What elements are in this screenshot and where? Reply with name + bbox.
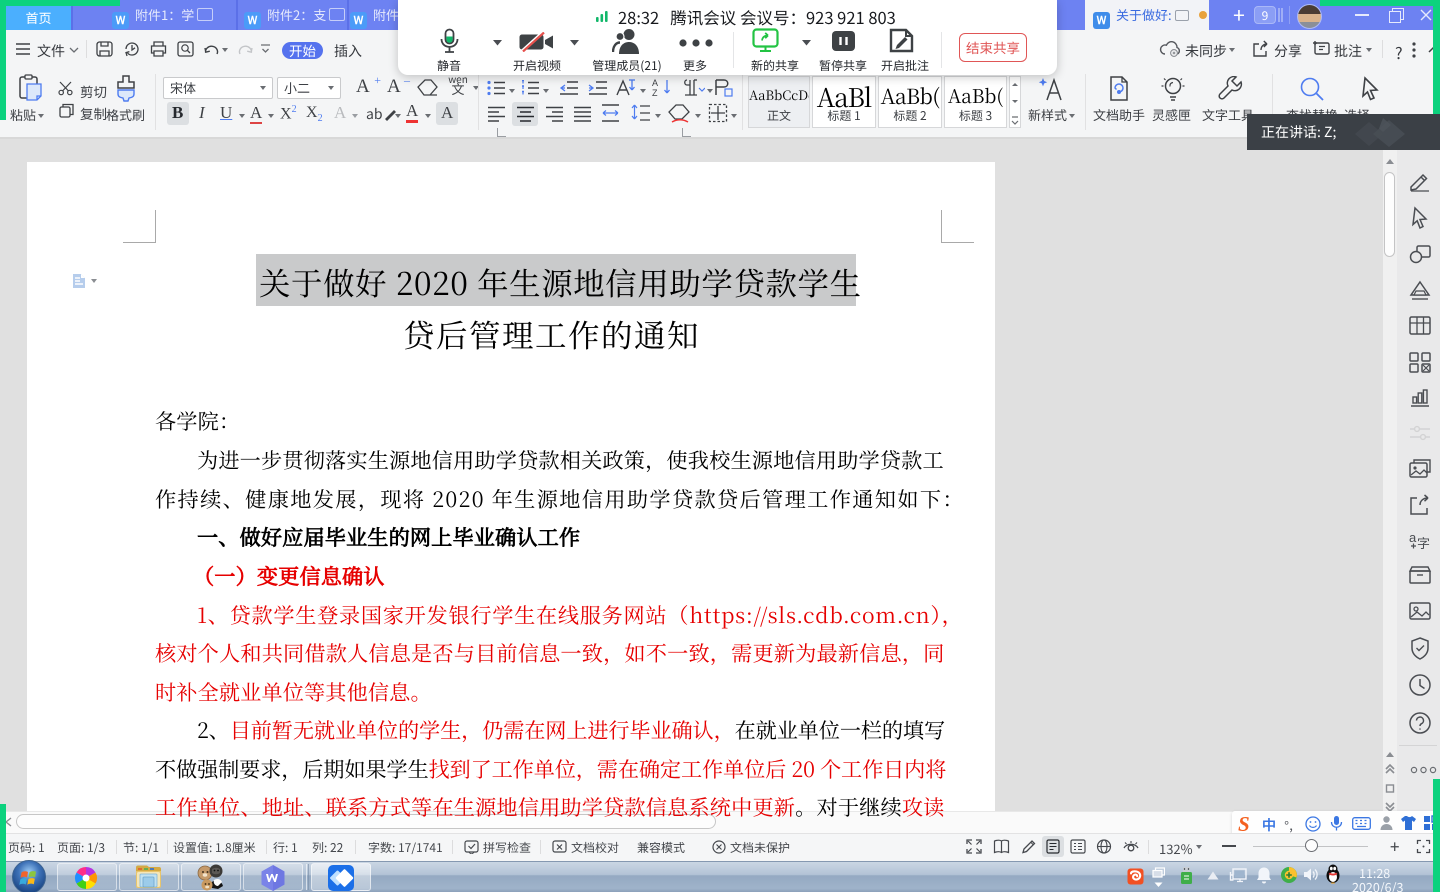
svg-text:字: 字 [1417, 533, 1430, 552]
svg-text:Z: Z [652, 88, 658, 97]
svg-text:A: A [652, 78, 658, 88]
svg-text:a: a [1409, 530, 1417, 545]
